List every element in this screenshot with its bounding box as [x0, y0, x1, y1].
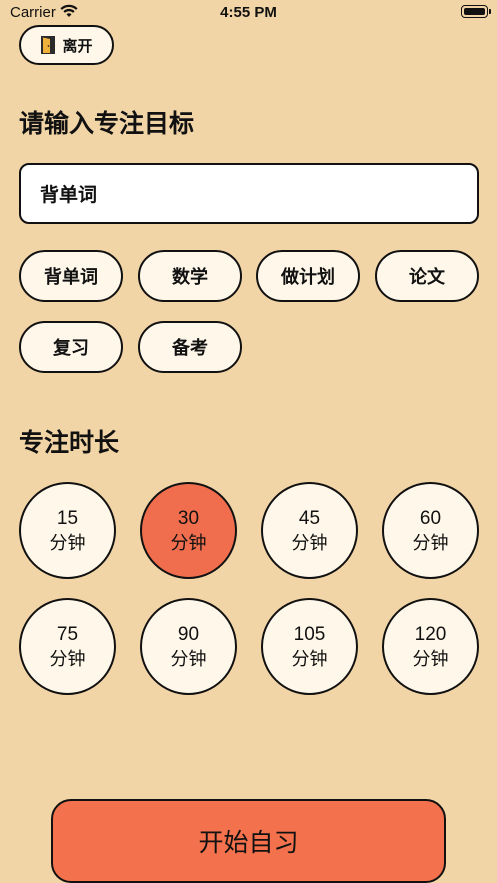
duration-option[interactable]: 105 分钟	[261, 598, 358, 695]
goal-tag[interactable]: 数学	[138, 250, 242, 302]
leave-label: 离开	[62, 36, 93, 55]
duration-option[interactable]: 60 分钟	[382, 482, 479, 579]
goal-tag-label: 论文	[409, 267, 445, 288]
status-time: 4:55 PM	[220, 4, 277, 21]
duration-value: 60	[419, 507, 442, 529]
battery-cap	[489, 9, 491, 14]
start-study-label: 开始自习	[198, 828, 299, 857]
duration-section-title: 专注时长	[19, 428, 120, 457]
duration-unit: 分钟	[412, 532, 449, 554]
goal-section-title: 请输入专注目标	[19, 109, 195, 138]
duration-unit: 分钟	[291, 532, 328, 554]
duration-option[interactable]: 90 分钟	[140, 598, 237, 695]
duration-value: 45	[298, 507, 321, 529]
goal-tag[interactable]: 论文	[375, 250, 479, 302]
duration-unit: 分钟	[291, 648, 328, 670]
door-icon	[41, 36, 56, 54]
duration-value: 120	[414, 623, 447, 645]
goal-tag[interactable]: 备考	[138, 321, 242, 373]
start-study-button[interactable]: 开始自习	[51, 799, 446, 883]
goal-tag[interactable]: 复习	[19, 321, 123, 373]
duration-value: 75	[56, 623, 79, 645]
goal-tag-label: 做计划	[281, 267, 335, 288]
duration-unit: 分钟	[49, 648, 86, 670]
duration-option[interactable]: 75 分钟	[19, 598, 116, 695]
goal-input[interactable]: 背单词	[19, 163, 479, 224]
goal-input-value: 背单词	[40, 184, 98, 206]
battery-icon	[461, 5, 488, 18]
duration-unit: 分钟	[170, 532, 207, 554]
goal-tag[interactable]: 做计划	[256, 250, 360, 302]
goal-tag-label: 复习	[53, 338, 89, 359]
goal-tag[interactable]: 背单词	[19, 250, 123, 302]
duration-option[interactable]: 45 分钟	[261, 482, 358, 579]
duration-value: 105	[293, 623, 326, 645]
duration-unit: 分钟	[49, 532, 86, 554]
duration-option-selected[interactable]: 30 分钟	[140, 482, 237, 579]
status-bar: Carrier 4:55 PM	[0, 0, 497, 26]
duration-unit: 分钟	[412, 648, 449, 670]
duration-option[interactable]: 15 分钟	[19, 482, 116, 579]
goal-tag-label: 数学	[172, 267, 208, 288]
duration-value: 90	[177, 623, 200, 645]
goal-tag-label: 背单词	[44, 267, 98, 288]
duration-unit: 分钟	[170, 648, 207, 670]
leave-button[interactable]: 离开	[19, 25, 114, 65]
duration-value: 30	[177, 507, 200, 529]
duration-option[interactable]: 120 分钟	[382, 598, 479, 695]
duration-value: 15	[56, 507, 79, 529]
goal-tag-label: 备考	[172, 338, 208, 359]
